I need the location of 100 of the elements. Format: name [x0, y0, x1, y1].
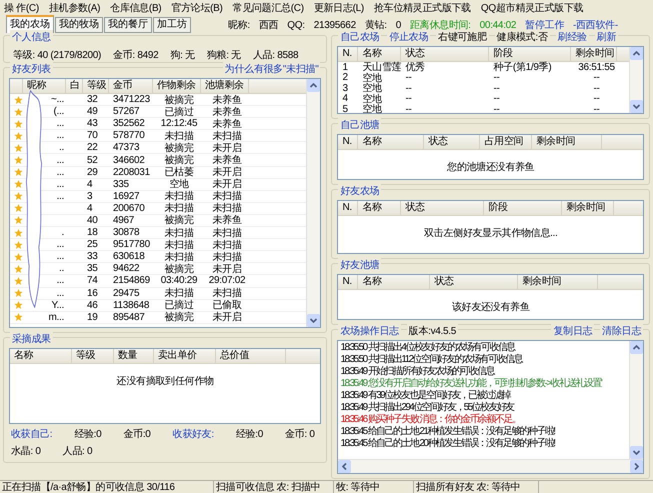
- column-header[interactable]: 状态: [430, 275, 518, 289]
- help-link[interactable]: 为什么有很多"未扫描": [222, 62, 320, 76]
- pause-link[interactable]: 暂停工作: [525, 18, 564, 32]
- star-icon: [14, 252, 23, 262]
- table-cell: --: [593, 104, 600, 113]
- table-cell: 16: [87, 288, 98, 299]
- star-icon: [14, 312, 23, 322]
- table-cell: ...: [56, 118, 64, 130]
- empty-message: 该好友还没有养鱼: [450, 300, 531, 315]
- link[interactable]: 收获自己:: [11, 427, 52, 441]
- column-header[interactable]: N.: [338, 275, 358, 289]
- table-cell-text: 天山雪莲: [362, 60, 402, 74]
- link[interactable]: 收获好友:: [172, 427, 214, 441]
- table-cell-text: 空地: [362, 92, 382, 105]
- table-cell: 5: [342, 104, 348, 113]
- column-header[interactable]: 状态: [401, 47, 490, 61]
- column-header[interactable]: 金币: [109, 79, 153, 93]
- star-icon: [14, 240, 23, 250]
- column-header[interactable]: 名称: [358, 47, 402, 61]
- table-cell: --: [593, 72, 600, 84]
- brand-link[interactable]: -西西软件-: [573, 18, 618, 32]
- column-header[interactable]: 池塘剩余: [201, 79, 249, 93]
- column-header[interactable]: N.: [338, 135, 358, 149]
- menu-item[interactable]: 更新日志(L): [314, 0, 364, 14]
- table-cell: 30878: [113, 227, 140, 238]
- log-action-link[interactable]: 清除日志: [600, 324, 643, 338]
- table-cell: ~...: [51, 94, 64, 106]
- column-header[interactable]: 剩余时间: [532, 135, 602, 149]
- column-header[interactable]: 名称: [358, 201, 402, 215]
- column-header[interactable]: 等级: [83, 79, 109, 93]
- table-cell: 43: [87, 118, 98, 130]
- column-header[interactable]: 名称: [10, 349, 72, 363]
- log-action-link[interactable]: 复制日志: [551, 324, 594, 338]
- column-header[interactable]: 卖出单价: [154, 349, 216, 363]
- column-header[interactable]: 剩余时间: [518, 275, 598, 289]
- table-cell: 578770: [113, 130, 145, 142]
- column-header[interactable]: 剩余时间: [571, 47, 618, 61]
- table-cell: 40: [87, 214, 98, 226]
- menu-item[interactable]: 抢车位精灵正式版下载: [374, 0, 471, 14]
- star-icon: [14, 94, 23, 105]
- table-cell: 2208031: [113, 166, 150, 178]
- menu-item[interactable]: 官方论坛(B): [171, 0, 223, 14]
- column-header[interactable]: 名称: [358, 275, 430, 289]
- table-cell: 35: [87, 263, 98, 274]
- table-cell: ..: [59, 263, 64, 274]
- tab[interactable]: 我的牧场: [55, 17, 103, 33]
- tab[interactable]: 加工坊: [153, 17, 191, 33]
- menu-item[interactable]: QQ超市精灵正式版下载: [480, 0, 584, 14]
- menu-item[interactable]: 常见问题汇总(C): [232, 0, 304, 14]
- column-header[interactable]: 阶段: [489, 47, 572, 61]
- table-cell: 22: [87, 142, 98, 154]
- label: 经验:0: [74, 428, 102, 441]
- column-header[interactable]: N.: [338, 201, 358, 215]
- star-icon: [14, 106, 23, 117]
- star-icon: [14, 118, 23, 129]
- table-cell-text: 未扫描: [164, 286, 194, 300]
- column-header[interactable]: N.: [338, 47, 358, 61]
- table-cell-text: 未扫描: [212, 286, 242, 300]
- column-header[interactable]: 等级: [72, 349, 114, 363]
- column-header[interactable]: 白: [66, 79, 83, 93]
- column-header[interactable]: 阶段: [484, 201, 562, 215]
- table-cell: 4: [87, 178, 92, 190]
- tab[interactable]: 我的餐厅: [104, 17, 152, 33]
- group-title: 自己农场: [338, 30, 382, 44]
- table-cell-text: 未扫描: [164, 202, 194, 214]
- table-cell: ...: [56, 166, 64, 178]
- nickname: 西西: [258, 19, 278, 32]
- column-header[interactable]: 状态: [401, 201, 484, 215]
- column-header[interactable]: 总价值: [216, 349, 286, 363]
- link[interactable]: 刷新: [594, 30, 618, 44]
- status-text: 牧: 等待中: [334, 480, 414, 493]
- table-cell: 346602: [113, 154, 145, 166]
- star-icon: [14, 130, 23, 141]
- column-header[interactable]: 数量: [114, 349, 154, 363]
- empty-message: 双击左侧好友显示其作物信息...: [422, 226, 559, 241]
- star-icon: [14, 191, 23, 202]
- column-header[interactable]: 占用空间: [480, 135, 532, 149]
- star-icon: [14, 264, 23, 274]
- star-icon: [14, 300, 23, 310]
- info-field: 狗: 无: [170, 48, 195, 62]
- column-header[interactable]: 剩余时间: [562, 201, 614, 215]
- column-header[interactable]: 作物剩余: [153, 79, 201, 93]
- column-header[interactable]: 状态: [424, 135, 480, 149]
- star-icon: [14, 155, 23, 166]
- table-cell-text: 空地: [362, 82, 382, 94]
- info-field: 金币: 8492: [113, 48, 158, 62]
- table-cell: --: [493, 104, 500, 113]
- table-cell-text: 未扫描: [212, 226, 242, 240]
- menu-item[interactable]: 挂机参数(A): [48, 0, 100, 14]
- link[interactable]: 停止农场: [387, 30, 430, 44]
- star-icon: [14, 215, 23, 226]
- table-cell: 3471223: [113, 94, 150, 106]
- menu-item[interactable]: 操 作(C): [4, 0, 39, 14]
- table-cell-text: 未扫描: [164, 130, 194, 142]
- table-cell: ...: [56, 178, 64, 190]
- link[interactable]: 刷经验: [556, 30, 589, 44]
- table-cell-text: 已偷取: [212, 299, 242, 312]
- column-header[interactable]: 名称: [358, 135, 424, 149]
- menu-item[interactable]: 仓库信息(B): [110, 0, 162, 14]
- empty-message: 还没有摘取到任何作物: [116, 374, 215, 389]
